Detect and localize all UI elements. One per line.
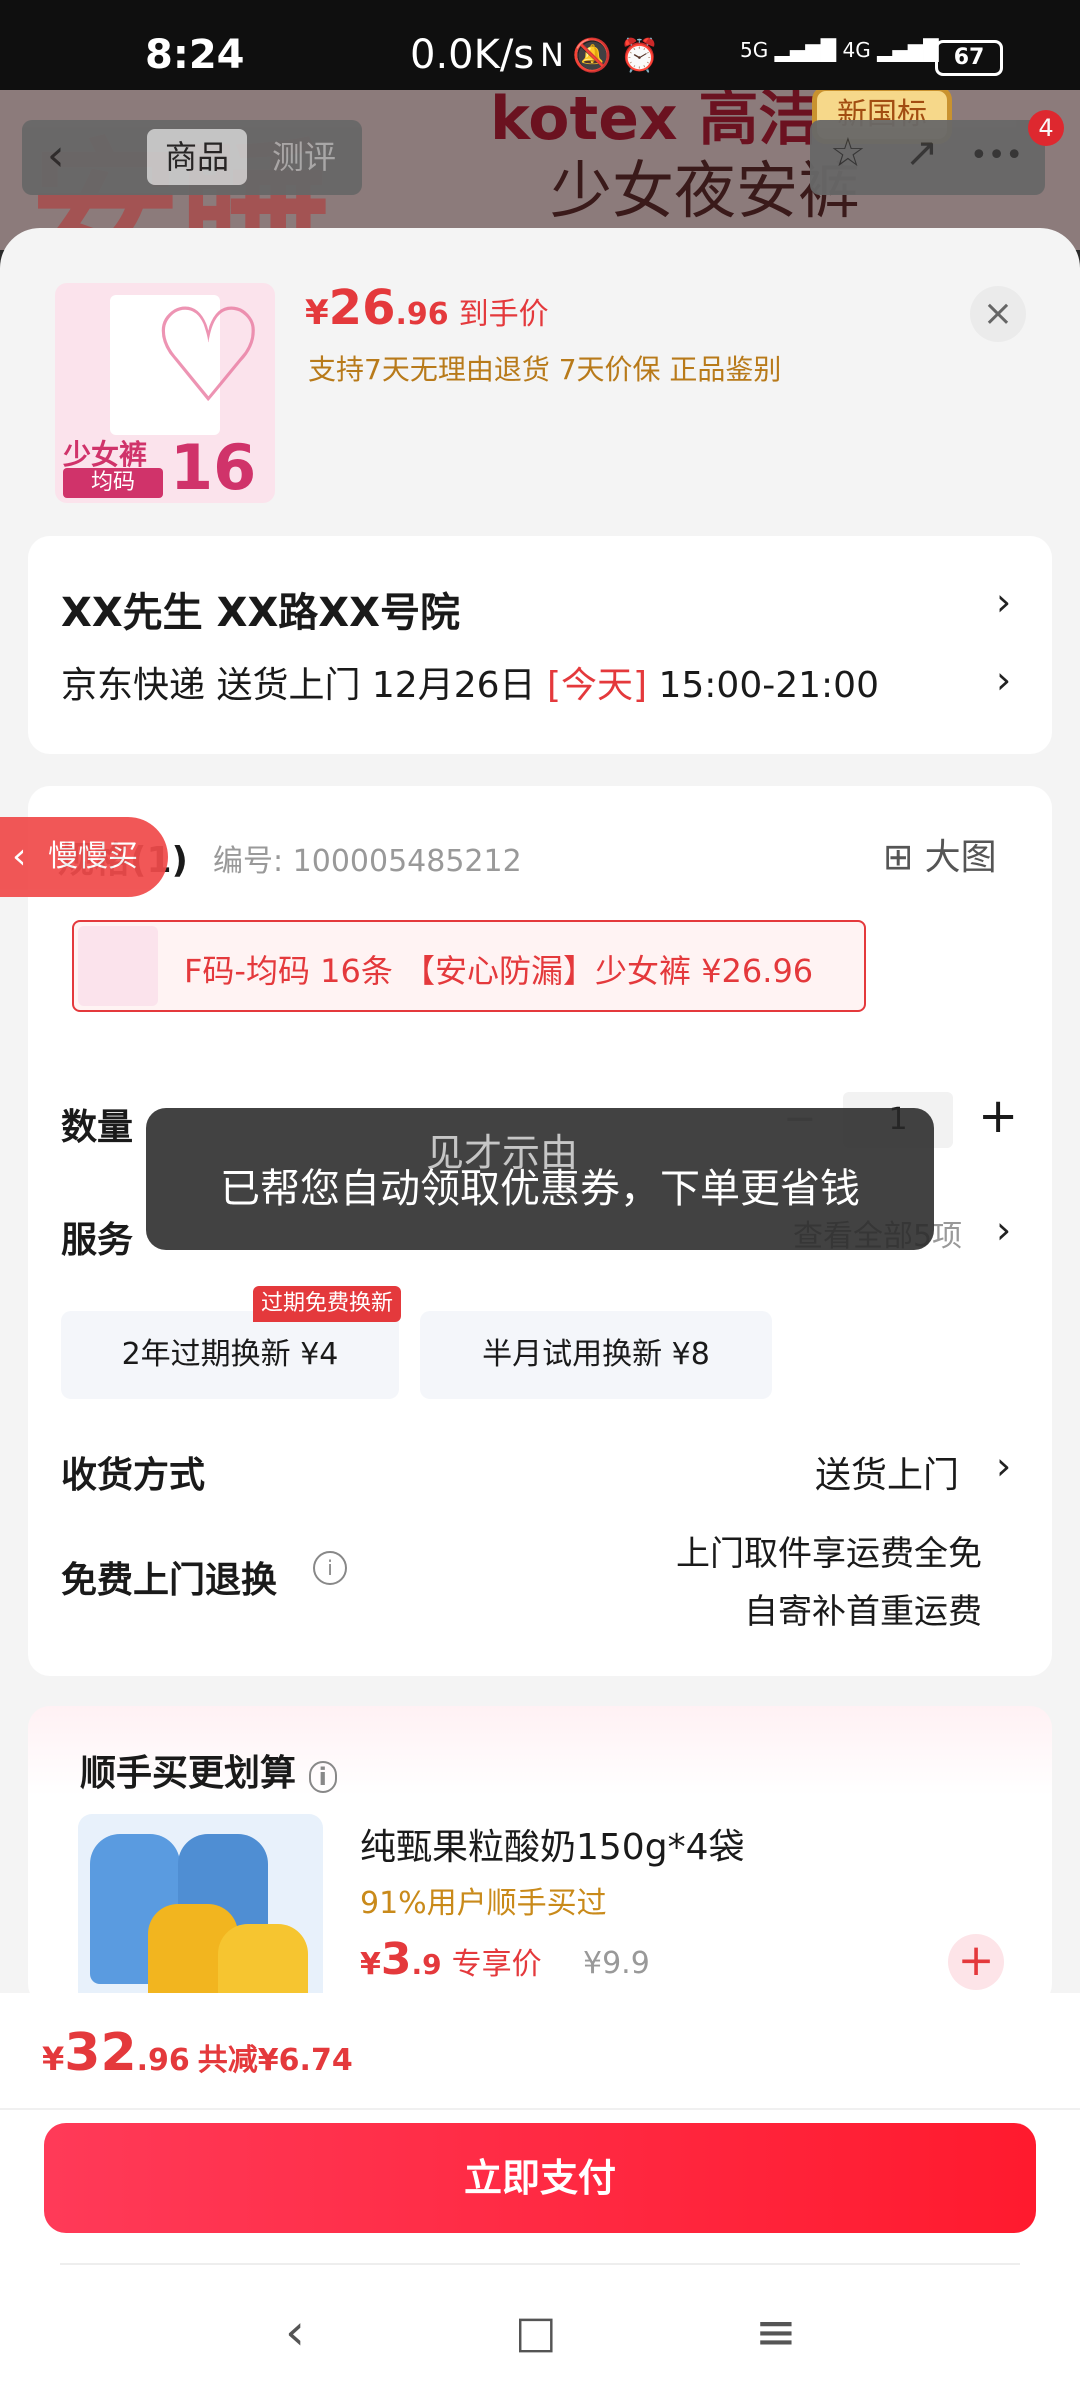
price-tracker-pill[interactable]: ‹ 慢慢买 — [0, 817, 168, 897]
return-note-self: 自寄补首重运费 — [744, 1592, 982, 1632]
quantity-label: 数量 — [61, 1107, 134, 1148]
nfc-icon: N — [540, 36, 572, 74]
addon-original-price: ¥9.9 — [583, 1946, 650, 1981]
more-icon[interactable]: ••• — [970, 138, 1023, 173]
delivery-info: 京东快递 送货上门 12月26日 [今天] 15:00-21:00 — [61, 656, 879, 708]
addon-price: ¥3.9 专享价 — [360, 1934, 542, 1985]
addon-title: 顺手买更划算 i — [80, 1744, 337, 1796]
chevron-right-icon[interactable]: › — [996, 580, 1011, 624]
tab-review[interactable]: 测评 — [272, 129, 336, 185]
chevron-right-icon[interactable]: › — [996, 658, 1011, 702]
battery-icon: 67 — [935, 40, 1003, 76]
tab-product[interactable]: 商品 — [147, 129, 247, 185]
addon-price-currency: ¥ — [360, 1947, 381, 1982]
total-decimal: .96 — [136, 2043, 190, 2078]
purchase-sheet: ♡ 少女裤 均码 16条 ¥26.96到手价 支持7天无理由退货 7天价保 正品… — [0, 228, 1080, 2400]
total-price: ¥32.96 共减¥6.74 — [42, 2023, 353, 2083]
chevron-left-icon: ‹ — [12, 836, 27, 877]
price-decimal: .96 — [395, 297, 449, 332]
addon-card: 顺手买更划算 i 纯甄果粒酸奶150g*4袋 91%用户顺手买过 ¥3.9 专享价… — [28, 1706, 1052, 2044]
net-4g-label: 4G — [842, 38, 871, 62]
service-label: 服务 — [61, 1220, 134, 1261]
price-tag: 到手价 — [458, 297, 549, 332]
status-icons: N🔕⏰ — [540, 36, 668, 74]
cart-count-badge: 4 — [1028, 110, 1064, 146]
quantity-plus-button[interactable]: + — [978, 1088, 1018, 1144]
guarantee-text: 支持7天无理由退货 7天价保 正品鉴别 — [308, 353, 782, 386]
spec-option-thumbnail — [78, 926, 158, 1006]
divider — [60, 2263, 1020, 2265]
alarm-icon: ⏰ — [619, 36, 668, 74]
address-card[interactable]: XX先生 XX路XX号院 › 京东快递 送货上门 12月26日 [今天] 15:… — [28, 536, 1052, 754]
nav-home-icon[interactable]: □ — [515, 2307, 557, 2358]
addon-price-decimal: .9 — [411, 1948, 442, 1981]
free-return-label: 免费上门退换 — [61, 1560, 278, 1601]
divider — [0, 2108, 1080, 2110]
net-speed: 0.0K/s — [410, 32, 535, 78]
delivery-prefix: 京东快递 送货上门 12月26日 — [61, 665, 547, 706]
addon-add-button[interactable]: + — [948, 1934, 1004, 1990]
price-integer: 26 — [328, 280, 396, 336]
toast-message: 已帮您自动领取优惠券，下单更省钱 — [220, 1166, 860, 1212]
return-note-pickup: 上门取件享运费全免 — [676, 1534, 982, 1574]
address-recipient: XX先生 XX路XX号院 — [61, 590, 460, 636]
top-nav-right: ☆ ↗ ••• 4 — [810, 110, 1064, 195]
price-currency: ¥ — [305, 293, 329, 333]
price-tracker-label: 慢慢买 — [48, 839, 138, 874]
total-reduction: 共减¥6.74 — [197, 2043, 353, 2078]
mute-icon: 🔕 — [571, 36, 620, 74]
back-icon[interactable]: ‹ — [47, 130, 65, 181]
thumb-count-number: 16 — [170, 431, 257, 503]
big-view-label: 大图 — [924, 837, 997, 878]
coupon-toast: 见才示由 已帮您自动领取优惠券，下单更省钱 — [146, 1108, 934, 1250]
pay-now-button[interactable]: 立即支付 — [44, 2123, 1036, 2233]
top-nav-left: ‹ 商品 测评 — [22, 120, 362, 195]
service-option-halfmonth[interactable]: 半月试用换新 ¥8 — [420, 1311, 772, 1399]
product-thumbnail[interactable]: ♡ 少女裤 均码 16条 — [55, 283, 275, 503]
nav-back-icon[interactable]: ‹ — [285, 2303, 305, 2361]
delivery-time: 15:00-21:00 — [647, 665, 879, 706]
shipping-value[interactable]: 送货上门 — [815, 1446, 959, 1498]
star-icon[interactable]: ☆ — [830, 130, 866, 176]
addon-title-text: 顺手买更划算 — [80, 1753, 297, 1794]
chevron-right-icon[interactable]: › — [996, 1208, 1011, 1252]
service-badge: 过期免费换新 — [253, 1286, 402, 1322]
addon-purchase-rate: 91%用户顺手买过 — [360, 1886, 607, 1921]
chevron-right-icon[interactable]: › — [996, 1444, 1011, 1488]
big-view-button[interactable]: ⊞ 大图 — [883, 828, 997, 880]
signal-icon: 5G ▂▄▆█ 4G ▂▄▆█ — [740, 38, 939, 62]
net-5g-label: 5G — [740, 38, 769, 62]
checkout-bar: ¥32.96 共减¥6.74 立即支付 ‹ □ ≡ — [0, 1993, 1080, 2400]
grid-icon: ⊞ — [883, 837, 914, 878]
total-currency: ¥ — [42, 2040, 65, 2078]
info-icon[interactable]: i — [308, 1761, 337, 1793]
addon-product-name[interactable]: 纯甄果粒酸奶150g*4袋 — [360, 1818, 744, 1870]
spec-option-selected[interactable]: F码-均码 16条 【安心防漏】少女裤 ¥26.96 — [72, 920, 866, 1012]
status-time: 8:24 — [145, 32, 245, 78]
heart-icon: ♡ — [150, 283, 267, 432]
addon-price-integer: 3 — [380, 1934, 412, 1985]
sku-number: 编号: 100005485212 — [213, 844, 522, 879]
nav-menu-icon[interactable]: ≡ — [755, 2303, 797, 2361]
spec-option-label: F码-均码 16条 【安心防漏】少女裤 ¥26.96 — [184, 952, 814, 990]
thumb-label-size: 均码 — [63, 468, 163, 498]
service-option-2yr[interactable]: 2年过期换新 ¥4 — [61, 1311, 399, 1399]
product-price: ¥26.96 到手价 — [305, 280, 549, 336]
thumb-label-name: 少女裤 — [63, 438, 148, 471]
delivery-today: [今天] — [546, 665, 648, 706]
total-integer: 32 — [64, 2023, 137, 2083]
info-icon[interactable]: i — [313, 1551, 347, 1585]
addon-price-tag: 专享价 — [451, 1947, 542, 1982]
system-nav-bar: ‹ □ ≡ — [0, 2263, 1080, 2400]
share-icon[interactable]: ↗ — [905, 130, 939, 176]
close-button[interactable]: × — [970, 286, 1026, 342]
thumb-label-count: 16条 — [170, 431, 275, 503]
shipping-label: 收货方式 — [61, 1455, 206, 1496]
